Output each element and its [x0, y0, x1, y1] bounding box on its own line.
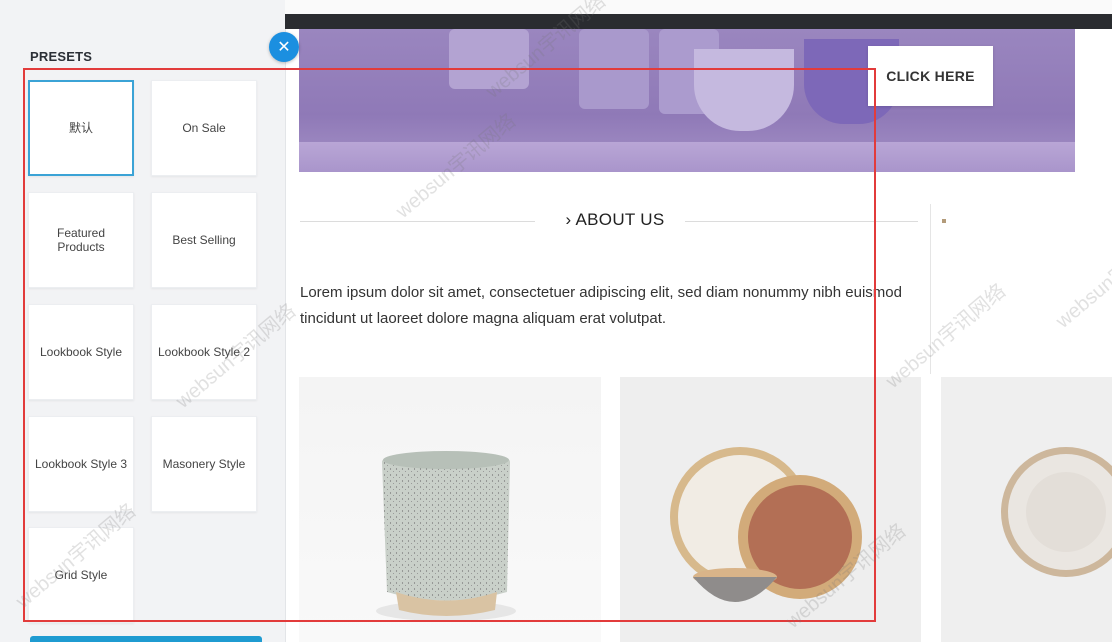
about-heading-text: ABOUT US [575, 210, 665, 229]
preset-label: Lookbook Style 2 [157, 345, 251, 359]
preset-label: Masonery Style [162, 457, 246, 471]
preset-on-sale[interactable]: On Sale [151, 80, 257, 176]
presets-panel: PRESETS 默认 On Sale Featured Products Bes… [0, 0, 286, 642]
hero-shelf [299, 142, 1075, 172]
preset-featured-products[interactable]: Featured Products [28, 192, 134, 288]
page-root: PRESETS 默认 On Sale Featured Products Bes… [0, 0, 1112, 642]
white-plate-image [1001, 447, 1112, 577]
about-divider-right [685, 221, 918, 222]
preset-lookbook-style-3[interactable]: Lookbook Style 3 [28, 416, 134, 512]
speckled-cup-image [376, 451, 516, 621]
product-tile[interactable] [941, 377, 1112, 642]
preset-label: Featured Products [56, 226, 106, 254]
preset-label: On Sale [182, 121, 226, 135]
preset-default[interactable]: 默认 [28, 80, 134, 176]
preset-label: Grid Style [54, 568, 108, 582]
preset-label: Lookbook Style 3 [34, 457, 128, 471]
click-here-button[interactable]: CLICK HERE [868, 46, 993, 106]
presets-title: PRESETS [30, 49, 93, 64]
preset-masonery-style[interactable]: Masonery Style [151, 416, 257, 512]
preset-grid-style[interactable]: Grid Style [28, 527, 134, 623]
preset-label: Best Selling [172, 233, 236, 247]
close-panel-button[interactable]: ✕ [269, 32, 299, 62]
header-dark-bar [285, 14, 1112, 29]
small-image [942, 219, 946, 223]
hero-vase [449, 29, 529, 89]
product-tile[interactable] [299, 377, 601, 642]
about-divider-left [300, 221, 535, 222]
preset-lookbook-style-2[interactable]: Lookbook Style 2 [151, 304, 257, 400]
close-icon: ✕ [277, 39, 291, 56]
apply-button[interactable] [30, 636, 262, 642]
preset-label: Lookbook Style [39, 345, 123, 359]
hero-bowl [694, 49, 794, 131]
about-heading: › ABOUT US [520, 210, 710, 230]
plates-and-bowl-image [670, 447, 862, 602]
hero-vase [579, 29, 649, 109]
preset-label: 默认 [68, 121, 93, 135]
column-divider [930, 204, 931, 374]
product-tile[interactable] [620, 377, 921, 642]
header-strip [285, 0, 1112, 14]
about-paragraph: Lorem ipsum dolor sit amet, consectetuer… [300, 284, 902, 327]
preset-best-selling[interactable]: Best Selling [151, 192, 257, 288]
watermark: websun宇讯网络 [1051, 220, 1112, 333]
preset-lookbook-style[interactable]: Lookbook Style [28, 304, 134, 400]
chevron-right-icon: › [565, 210, 572, 229]
